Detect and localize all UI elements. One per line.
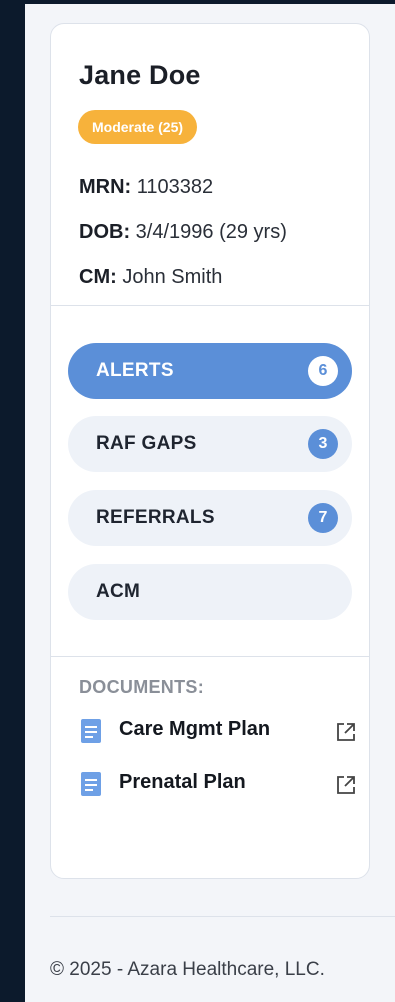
patient-name: Jane Doe: [79, 60, 201, 90]
nav-item-referrals[interactable]: REFERRALS 7: [68, 490, 352, 546]
cm-label: CM:: [79, 266, 117, 288]
nav-item-raf-gaps[interactable]: RAF GAPS 3: [68, 416, 352, 472]
external-link-icon[interactable]: [334, 773, 358, 797]
footer-divider: [50, 916, 395, 917]
dob-value: 3/4/1996 (29 yrs): [135, 221, 287, 243]
risk-badge: Moderate (25): [78, 110, 198, 144]
referrals-count-badge: 7: [308, 503, 338, 533]
document-label: Care Mgmt Plan: [119, 718, 271, 740]
documents-heading: DOCUMENTS:: [79, 677, 204, 697]
nav-item-alerts[interactable]: ALERTS 6: [68, 343, 352, 399]
nav-item-label: ALERTS: [96, 360, 174, 381]
document-link-care-mgmt-plan[interactable]: Care Mgmt Plan: [79, 716, 355, 746]
patient-card: Jane Doe Moderate (25) MRN: 1103382 DOB:…: [50, 23, 370, 879]
patient-sidebar-panel: Jane Doe Moderate (25) MRN: 1103382 DOB:…: [25, 4, 395, 1002]
cm-row: CM: John Smith: [79, 266, 222, 289]
mrn-value: 1103382: [136, 176, 214, 198]
nav-item-label: REFERRALS: [96, 507, 215, 528]
mrn-row: MRN: 1103382: [79, 176, 213, 199]
copyright-footer: © 2025 - Azara Healthcare, LLC.: [50, 959, 325, 980]
external-link-icon[interactable]: [334, 720, 358, 744]
app-left-edge: [0, 0, 25, 1002]
document-link-prenatal-plan[interactable]: Prenatal Plan: [79, 769, 355, 799]
nav-item-label: ACM: [96, 581, 141, 602]
dob-row: DOB: 3/4/1996 (29 yrs): [79, 221, 287, 244]
divider: [51, 656, 369, 657]
document-label: Prenatal Plan: [119, 771, 246, 793]
dob-label: DOB:: [79, 221, 131, 243]
document-icon: [81, 772, 101, 796]
nav-item-label: RAF GAPS: [96, 433, 197, 454]
mrn-label: MRN:: [79, 176, 132, 198]
nav-item-acm[interactable]: ACM: [68, 564, 352, 620]
alerts-count-badge: 6: [308, 356, 338, 386]
cm-value: John Smith: [122, 266, 223, 288]
raf-gaps-count-badge: 3: [308, 429, 338, 459]
divider: [51, 305, 369, 306]
document-icon: [81, 719, 101, 743]
